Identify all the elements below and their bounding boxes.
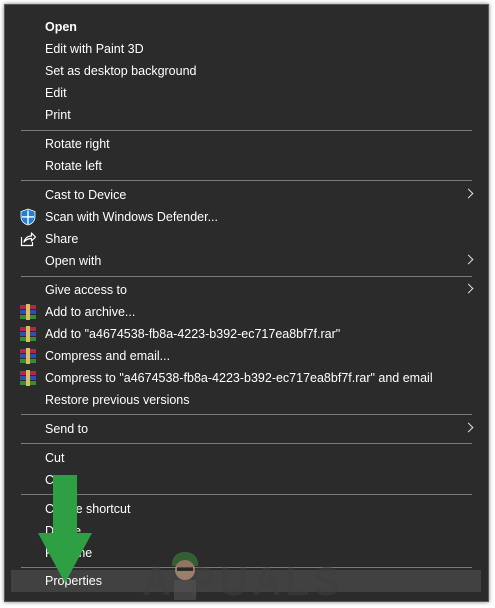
menu-item-label: Compress to "a4674538-fb8a-4223-b392-ec7…: [45, 371, 433, 385]
menu-separator: [21, 443, 472, 444]
menu-item-label: Open with: [45, 254, 102, 268]
menu-item-open-with[interactable]: Open with: [5, 250, 488, 272]
share-icon: [20, 232, 37, 247]
menu-item-label: Cast to Device: [45, 188, 127, 202]
menu-item-label: Edit: [45, 86, 67, 100]
menu-item-add-to-rar[interactable]: Add to "a4674538-fb8a-4223-b392-ec717ea8…: [5, 323, 488, 345]
menu-item-label: Rotate right: [45, 137, 110, 151]
menu-item-edit[interactable]: Edit: [5, 82, 488, 104]
menu-item-rotate-left[interactable]: Rotate left: [5, 155, 488, 177]
menu-item-label: Add to "a4674538-fb8a-4223-b392-ec717ea8…: [45, 327, 341, 341]
winrar-icon: [20, 370, 36, 386]
menu-item-label: Open: [45, 20, 77, 34]
menu-item-label: Send to: [45, 422, 89, 436]
menu-item-print[interactable]: Print: [5, 104, 488, 126]
menu-separator: [21, 180, 472, 181]
menu-item-cast-to-device[interactable]: Cast to Device: [5, 184, 488, 206]
menu-item-set-desktop-background[interactable]: Set as desktop background: [5, 60, 488, 82]
menu-item-label: Share: [45, 232, 79, 246]
menu-item-label: Scan with Windows Defender...: [45, 210, 218, 224]
defender-shield-icon: [20, 208, 36, 226]
menu-separator: [21, 130, 472, 131]
menu-item-add-to-archive[interactable]: Add to archive...: [5, 301, 488, 323]
menu-item-give-access[interactable]: Give access to: [5, 279, 488, 301]
chevron-right-icon: [463, 188, 474, 199]
menu-item-label: Cut: [45, 451, 65, 465]
menu-item-edit-paint3d[interactable]: Edit with Paint 3D: [5, 38, 488, 60]
menu-item-share[interactable]: Share: [5, 228, 488, 250]
menu-item-label: Set as desktop background: [45, 64, 197, 78]
menu-item-compress-and-email[interactable]: Compress and email...: [5, 345, 488, 367]
menu-item-open[interactable]: Open: [5, 16, 488, 38]
menu-item-restore-previous-versions[interactable]: Restore previous versions: [5, 389, 488, 411]
menu-item-label: Compress and email...: [45, 349, 171, 363]
menu-item-label: Print: [45, 108, 71, 122]
menu-item-label: Rotate left: [45, 159, 102, 173]
menu-item-rotate-right[interactable]: Rotate right: [5, 133, 488, 155]
menu-item-scan-defender[interactable]: Scan with Windows Defender...: [5, 206, 488, 228]
chevron-right-icon: [463, 283, 474, 294]
menu-item-send-to[interactable]: Send to: [5, 418, 488, 440]
menu-item-label: Edit with Paint 3D: [45, 42, 144, 56]
menu-item-compress-to-rar-email[interactable]: Compress to "a4674538-fb8a-4223-b392-ec7…: [5, 367, 488, 389]
menu-item-cut[interactable]: Cut: [5, 447, 488, 469]
winrar-icon: [20, 348, 36, 364]
mascot-logo-icon: [172, 552, 198, 600]
menu-separator: [21, 276, 472, 277]
down-arrow-icon: [38, 475, 92, 583]
menu-separator: [21, 414, 472, 415]
menu-item-label: Give access to: [45, 283, 127, 297]
menu-item-label: Restore previous versions: [45, 393, 190, 407]
winrar-icon: [20, 304, 36, 320]
winrar-icon: [20, 326, 36, 342]
menu-item-label: Add to archive...: [45, 305, 136, 319]
chevron-right-icon: [463, 422, 474, 433]
chevron-right-icon: [463, 254, 474, 265]
